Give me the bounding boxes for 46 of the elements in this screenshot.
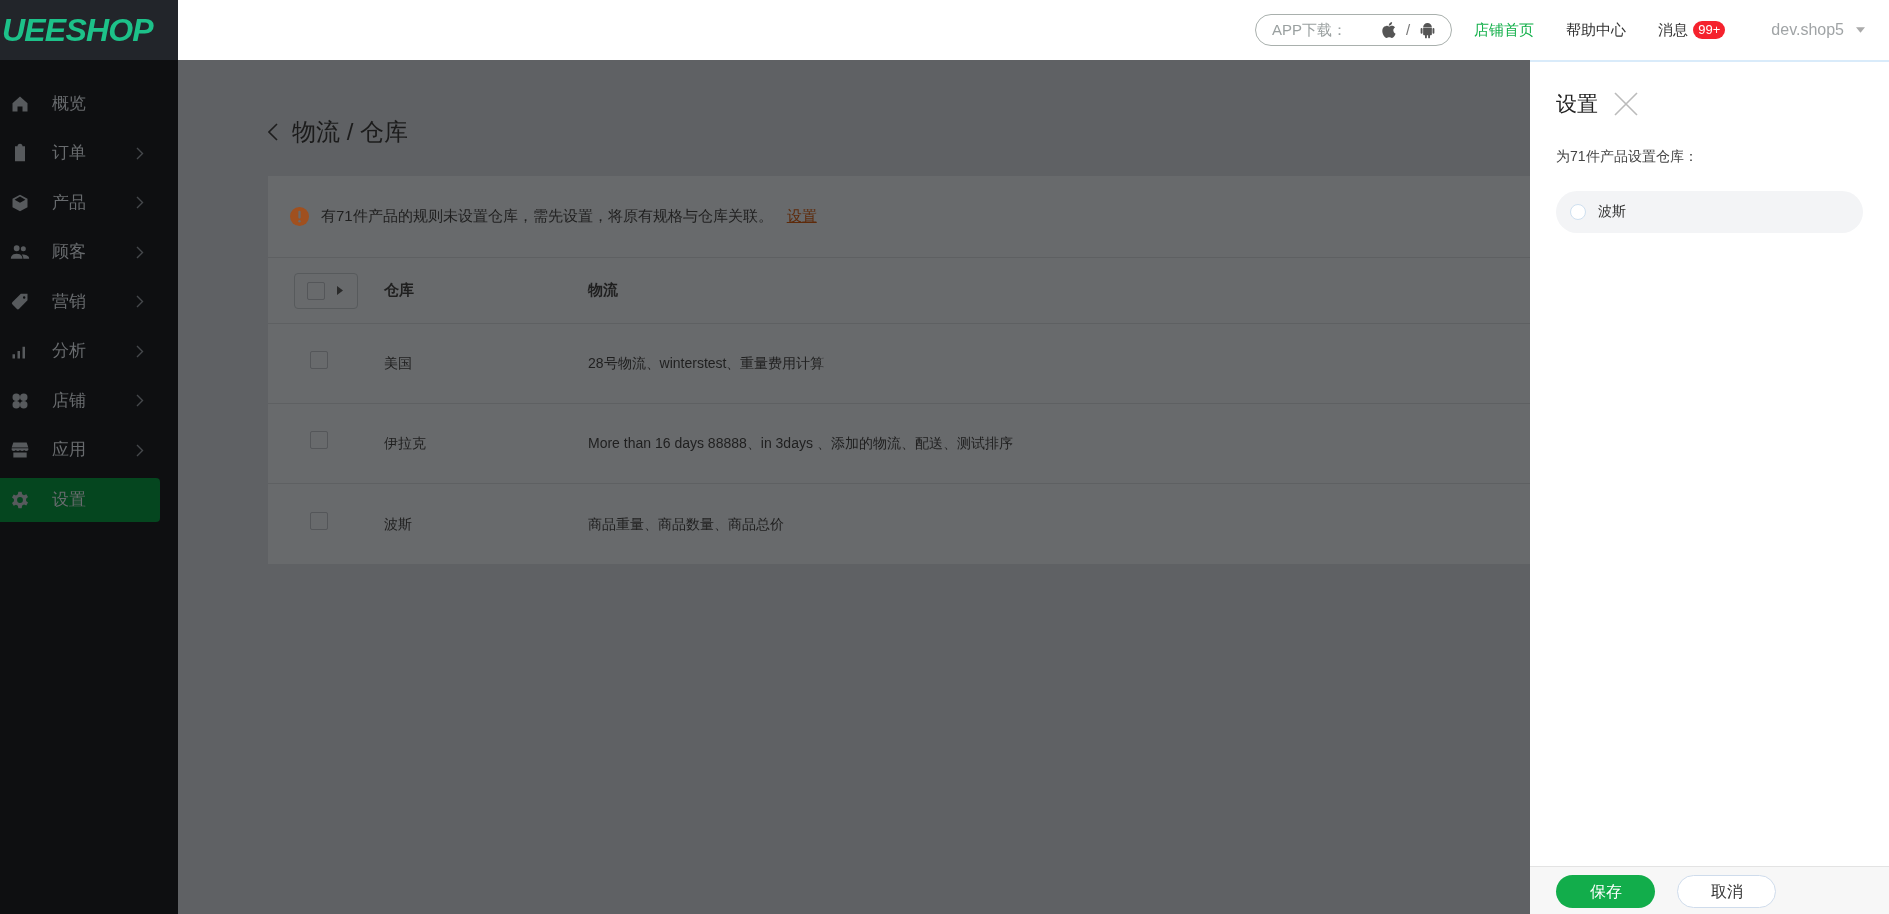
sidebar-item[interactable]: 概览 (0, 81, 160, 126)
notice-link[interactable]: 设置 (786, 205, 817, 228)
table-cell-text: 伊拉克 (383, 434, 427, 453)
user-menu[interactable]: dev.shop5 (1771, 18, 1865, 42)
cancel-button[interactable]: 取消 (1677, 875, 1776, 908)
apple-icon[interactable] (1381, 21, 1397, 39)
panel-title: 设置 (1556, 91, 1598, 117)
table-cell-text: 商品重量、商品数量、商品总价 (588, 514, 785, 534)
sidebar-item[interactable]: 应用 (0, 428, 160, 472)
radio-option[interactable]: 波斯 (1556, 190, 1863, 233)
sidebar-item[interactable]: 订单 (0, 131, 160, 175)
table-cell-text: 28号物流、winterstest、重量费用计算 (588, 354, 826, 373)
table-cell-text: 美国 (383, 354, 413, 373)
sidebar-item[interactable]: 营销 (0, 279, 160, 324)
storefront-icon (10, 440, 30, 460)
separator: / (1406, 19, 1411, 40)
panel-prompt: 为71件产品设置仓库： (1556, 146, 1699, 166)
warning-icon (290, 207, 309, 226)
sidebar-item[interactable]: 设置 (0, 477, 160, 522)
people-icon (10, 242, 30, 262)
table-cell-text: 波斯 (383, 514, 413, 534)
radio-button[interactable] (1570, 203, 1586, 220)
sidebar-item[interactable]: 分析 (0, 329, 160, 373)
back-chevron-icon[interactable] (268, 123, 278, 141)
sidebar-item[interactable]: 顾客 (0, 230, 160, 274)
cube-icon (10, 192, 30, 213)
settings-icon (10, 489, 30, 510)
column-header: 物流 (588, 280, 619, 301)
top-link[interactable]: 帮助中心 (1566, 18, 1627, 42)
notification-badge: 99+ (1693, 21, 1726, 39)
select-all-control[interactable] (294, 272, 358, 309)
sidebar-item[interactable]: 店铺 (0, 378, 160, 423)
table-cell-text: More than 16 days 88888、in 3days 、添加的物流、配送、测试排序 (588, 434, 1014, 453)
column-header: 仓库 (383, 280, 415, 301)
sidebar-item[interactable]: 产品 (0, 180, 160, 225)
dropdown-caret-icon (1856, 27, 1865, 33)
close-icon[interactable] (1614, 91, 1638, 116)
page-title: 物流 / 仓库 (292, 117, 408, 147)
android-icon[interactable] (1420, 21, 1436, 39)
top-link[interactable]: 消息 99+ (1658, 18, 1726, 42)
app-download-label: APP下载： (1272, 19, 1348, 40)
caret-right-icon[interactable] (337, 286, 343, 295)
tag-icon (10, 291, 30, 312)
top-link[interactable]: 店铺首页 (1474, 18, 1535, 42)
save-button[interactable]: 保存 (1556, 875, 1655, 908)
notice-text: 有71件产品的规则未设置仓库，需先设置，将原有规格与仓库关联。 (321, 206, 773, 227)
